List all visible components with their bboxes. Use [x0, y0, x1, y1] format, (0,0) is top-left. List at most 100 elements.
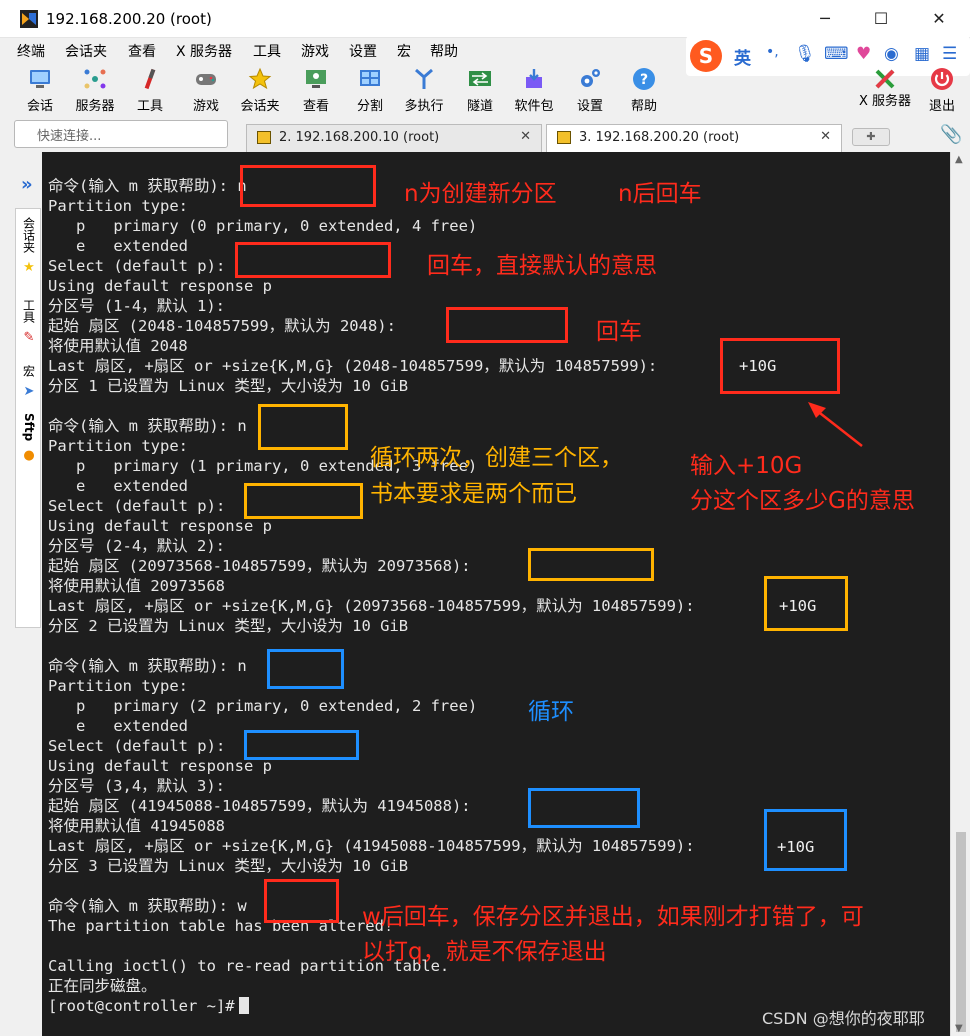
annotation-write-line2: 以打q，就是不保存退出 — [362, 939, 607, 965]
menu-xserver[interactable]: X 服务器 — [176, 41, 232, 61]
ime-menu-icon[interactable]: ☰ — [942, 44, 957, 64]
highlight-box-size-1: +10G — [720, 338, 840, 394]
menu-macros[interactable]: 宏 — [397, 41, 411, 61]
menu-tools[interactable]: 工具 — [253, 41, 281, 61]
sidetab-favorites[interactable]: 会话夹 ★ — [16, 217, 42, 275]
highlight-box-select-2 — [244, 483, 363, 519]
main-toolbar: 会话 服务器 工具 游戏 会话夹 查看 分割 多执行 隧道 软件包 设置 ? 帮… — [0, 64, 970, 118]
toolbar-help-button[interactable]: ? 帮助 — [618, 67, 670, 117]
skin-icon[interactable]: ♥ — [856, 44, 871, 64]
attachment-icon[interactable]: 📎 — [940, 124, 962, 145]
size-input-value: +10G — [739, 357, 777, 375]
sidetab-sftp[interactable]: Sftp ● — [16, 413, 42, 463]
terminal-line: Last 扇区, +扇区 or +size{K,M,G} (41945088-1… — [48, 837, 695, 855]
scrollbar-thumb[interactable] — [956, 832, 966, 1032]
highlight-box-start-2 — [528, 548, 654, 581]
toolbar-xserver-button[interactable]: X 服务器 — [858, 67, 912, 117]
game-icon[interactable]: ◉ — [884, 44, 899, 64]
tab-label: 2. 192.168.200.10 (root) — [279, 130, 440, 145]
split-icon — [360, 70, 380, 86]
help-icon: ? — [633, 68, 655, 90]
csdn-watermark: CSDN @想你的夜耶耶 — [762, 1009, 925, 1028]
terminal-line: Last 扇区, +扇区 or +size{K,M,G} (20973568-1… — [48, 597, 695, 615]
close-button[interactable]: ✕ — [910, 0, 968, 38]
xserver-icon — [875, 69, 895, 89]
menu-view[interactable]: 查看 — [128, 41, 156, 61]
terminal-line: Using default response p — [48, 757, 272, 775]
toolbar-session-button[interactable]: 会话 — [14, 67, 66, 117]
window-title: 192.168.200.20 (root) — [46, 10, 212, 28]
side-tab-strip: 会话夹 ★ 工具 ✎ 宏 ➤ Sftp ● — [15, 208, 41, 628]
minimize-button[interactable]: ─ — [796, 0, 854, 38]
terminal-line: Select (default p): — [48, 737, 226, 755]
size-input-value: +10G — [779, 597, 817, 615]
sftp-icon: ● — [23, 448, 35, 464]
toolbar-favorites-button[interactable]: 会话夹 — [234, 67, 286, 117]
toolbar-multiexec-button[interactable]: 多执行 — [398, 67, 450, 117]
svg-text:?: ? — [640, 72, 648, 88]
menu-help[interactable]: 帮助 — [430, 41, 458, 61]
tab-label: 3. 192.168.200.20 (root) — [579, 130, 740, 145]
annotation-n-enter: n后回车 — [618, 181, 702, 207]
terminal-line: Last 扇区, +扇区 or +size{K,M,G} (2048-10485… — [48, 357, 658, 375]
ime-punctuation-toggle[interactable]: •, — [766, 44, 779, 60]
annotation-enter-default: 回车，直接默认的意思 — [427, 253, 657, 279]
scroll-down-icon[interactable]: ▼ — [955, 1023, 963, 1034]
new-tab-button[interactable]: ✚ — [852, 128, 890, 146]
highlight-box-w — [264, 879, 339, 923]
sidetab-tools[interactable]: 工具 ✎ — [16, 299, 42, 345]
toolbar-exit-button[interactable]: 退出 — [916, 67, 968, 117]
title-bar: 192.168.200.20 (root) ─ ☐ ✕ — [0, 0, 970, 38]
maximize-button[interactable]: ☐ — [852, 0, 910, 38]
toolbar-view-button[interactable]: 查看 — [290, 67, 342, 117]
toolbar-tunnel-button[interactable]: 隧道 — [454, 67, 506, 117]
quick-connect-input[interactable]: 快速连接... — [14, 120, 228, 148]
highlight-box-start-1 — [446, 307, 568, 343]
quick-connect-placeholder: 快速连接... — [37, 129, 102, 144]
highlight-box-select-3 — [244, 730, 359, 760]
star-icon: ★ — [23, 260, 35, 275]
packages-icon — [526, 69, 542, 88]
menu-games[interactable]: 游戏 — [301, 41, 329, 61]
menu-terminal[interactable]: 终端 — [17, 41, 45, 61]
tools-icon: ✎ — [23, 330, 35, 345]
terminal-line: p primary (0 primary, 0 extended, 4 free… — [48, 217, 478, 235]
toolbar-games-button[interactable]: 游戏 — [180, 67, 232, 117]
terminal-scrollbar[interactable]: ▲ ▼ — [950, 152, 970, 1036]
highlight-box-size-3: +10G — [764, 809, 847, 871]
tab-session-3[interactable]: 3. 192.168.200.20 (root) ✕ — [546, 124, 842, 152]
size-input-value: +10G — [777, 838, 815, 856]
tab-close-icon[interactable]: ✕ — [820, 129, 831, 144]
toolbar-split-button[interactable]: 分割 — [344, 67, 396, 117]
microphone-icon[interactable]: 🎙 — [794, 44, 816, 64]
sidetab-macros[interactable]: 宏 ➤ — [16, 365, 42, 399]
menu-sessions[interactable]: 会话夹 — [65, 41, 107, 61]
annotation-write-line1: w后回车，保存分区并退出，如果刚才打错了，可 — [362, 904, 864, 930]
highlight-box-n-2 — [258, 404, 348, 450]
scroll-up-icon[interactable]: ▲ — [955, 154, 963, 165]
tab-session-2[interactable]: 2. 192.168.200.10 (root) ✕ — [246, 124, 542, 152]
highlight-box-size-2: +10G — [764, 576, 848, 631]
terminal-line: Using default response p — [48, 517, 272, 535]
apps-grid-icon[interactable]: ▦ — [914, 44, 930, 64]
tab-close-icon[interactable]: ✕ — [520, 129, 531, 144]
games-icon — [196, 74, 216, 85]
toolbar-packages-button[interactable]: 软件包 — [508, 67, 560, 117]
menu-bar: 终端 会话夹 查看 X 服务器 工具 游戏 设置 宏 帮助 — [0, 40, 690, 62]
terminal-line: [root@controller ~]# — [48, 996, 695, 1016]
menu-settings[interactable]: 设置 — [349, 41, 377, 61]
view-icon — [306, 70, 326, 88]
toolbar-settings-button[interactable]: 设置 — [564, 67, 616, 117]
toolbar-servers-button[interactable]: 服务器 — [68, 67, 122, 117]
terminal-line: 正在同步磁盘。 — [48, 977, 157, 995]
highlight-box-n-3 — [267, 649, 344, 689]
servers-icon — [84, 69, 106, 89]
annotation-loop-line2: 书本要求是两个而已 — [370, 481, 577, 507]
keyboard-icon[interactable]: ⌨ — [824, 44, 849, 64]
expand-sidebar-icon[interactable]: » — [21, 174, 33, 195]
toolbar-tools-button[interactable]: 工具 — [124, 67, 176, 117]
terminal-line: e extended — [48, 717, 188, 735]
